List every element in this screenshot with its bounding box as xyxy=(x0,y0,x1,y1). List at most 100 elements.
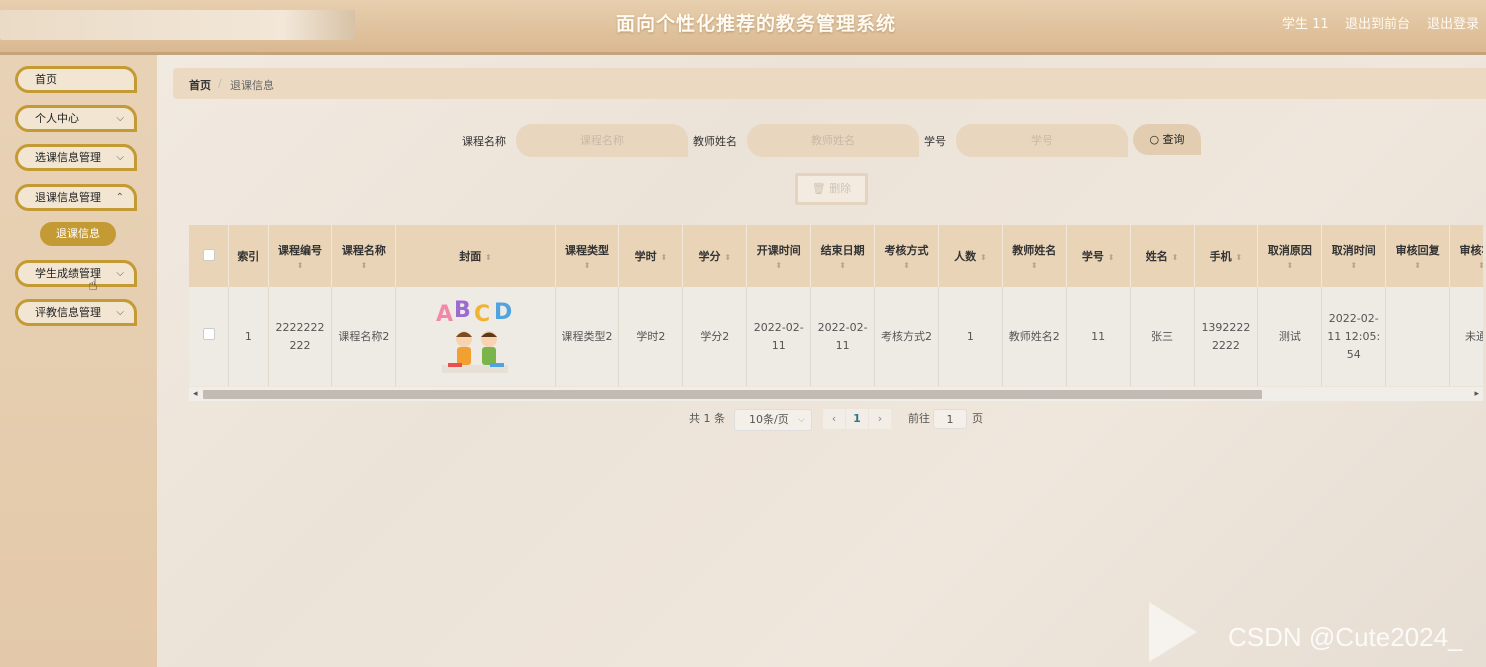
cell-teacher: 教师姓名2 xyxy=(1002,287,1067,386)
student-no-input[interactable] xyxy=(956,124,1128,157)
page-size-select[interactable]: 10条/页 ⌵ xyxy=(734,409,812,431)
col-header[interactable]: 学号 ⬍ xyxy=(1066,225,1131,287)
sort-icon[interactable]: ⬍ xyxy=(814,261,871,270)
cell-phone: 13922222222 xyxy=(1194,287,1259,386)
sidebar-item-course-selection[interactable]: 选课信息管理 ⌵ xyxy=(15,144,137,171)
sidebar-item-course-drop[interactable]: 退课信息管理 ⌃ xyxy=(15,184,137,211)
sort-icon[interactable]: ⬍ xyxy=(661,253,668,262)
col-header-label: 审核回复 xyxy=(1395,244,1440,257)
col-header[interactable]: 学分 ⬍ xyxy=(682,225,748,287)
teacher-name-input[interactable] xyxy=(747,124,919,157)
sort-icon[interactable]: ⬍ xyxy=(1236,253,1243,262)
col-header[interactable]: 审核回复 ⬍ xyxy=(1385,225,1451,287)
top-header: 面向个性化推荐的教务管理系统 学生 11 退出到前台 退出登录 xyxy=(0,0,1486,55)
sort-icon[interactable]: ⬍ xyxy=(559,261,616,270)
col-header[interactable]: 审核状态 ⬍ xyxy=(1449,225,1483,287)
back-to-front-link[interactable]: 退出到前台 xyxy=(1345,13,1410,32)
cell-cancel-time: 2022-02-11 12:05:54 xyxy=(1321,287,1387,386)
prev-page-button[interactable]: ‹ xyxy=(823,409,845,429)
chevron-down-icon: ⌵ xyxy=(798,415,805,425)
sidebar-item-grades[interactable]: 学生成绩管理 ⌵ xyxy=(15,260,137,287)
page-suffix: 页 xyxy=(972,412,983,425)
breadcrumb-current: 退课信息 xyxy=(230,79,274,92)
col-header[interactable]: 人数 ⬍ xyxy=(938,225,1003,287)
sort-icon[interactable]: ⬍ xyxy=(1261,261,1318,270)
svg-text:D: D xyxy=(494,300,512,325)
select-all-checkbox[interactable] xyxy=(202,248,215,261)
teacher-name-label: 教师姓名 xyxy=(693,135,737,148)
col-header[interactable]: 教师姓名 ⬍ xyxy=(1002,225,1067,287)
table-header-row: 索引 课程编号 ⬍ 课程名称 ⬍ 封面 ⬍ 课程类型 ⬍ 学时 ⬍ 学分 ⬍ 开课时间… xyxy=(189,225,1483,287)
col-header[interactable]: 考核方式 ⬍ xyxy=(874,225,939,287)
table-row: 1 2222222222 课程名称2 A B C D 课程类型2 学时2 学分2… xyxy=(189,287,1483,386)
scroll-left-icon[interactable]: ◂ xyxy=(193,387,198,401)
row-checkbox[interactable] xyxy=(202,327,215,340)
sort-icon[interactable]: ⬍ xyxy=(1172,253,1179,262)
sort-icon[interactable]: ⬍ xyxy=(272,261,329,270)
col-header[interactable]: 手机 ⬍ xyxy=(1194,225,1259,287)
svg-text:B: B xyxy=(454,298,471,323)
sort-icon[interactable]: ⬍ xyxy=(335,261,392,270)
col-header[interactable]: 封面 ⬍ xyxy=(395,225,556,287)
sidebar-item-evaluation[interactable]: 评教信息管理 ⌵ xyxy=(15,299,137,326)
delete-button[interactable]: 🗑 删除 xyxy=(795,173,868,205)
cell-people: 1 xyxy=(938,287,1003,386)
current-user: 学生 11 xyxy=(1282,17,1329,32)
sort-icon[interactable]: ⬍ xyxy=(1006,261,1063,270)
chevron-down-icon: ⌵ xyxy=(116,268,124,279)
horizontal-scrollbar[interactable]: ◂ ▸ xyxy=(189,387,1483,401)
col-header[interactable]: 课程编号 ⬍ xyxy=(268,225,333,287)
col-header[interactable]: 取消时间 ⬍ xyxy=(1321,225,1387,287)
sort-icon[interactable]: ⬍ xyxy=(1389,261,1446,270)
goto-page-input[interactable] xyxy=(933,409,967,429)
sidebar-item-profile[interactable]: 个人中心 ⌵ xyxy=(15,105,137,132)
col-header[interactable]: 取消原因 ⬍ xyxy=(1257,225,1323,287)
col-header[interactable]: 姓名 ⬍ xyxy=(1130,225,1195,287)
scrollbar-thumb[interactable] xyxy=(203,390,1262,399)
col-header[interactable]: 课程名称 ⬍ xyxy=(331,225,397,287)
breadcrumb-home[interactable]: 首页 xyxy=(189,77,211,93)
sort-icon[interactable]: ⬍ xyxy=(1108,253,1115,262)
col-header[interactable]: 课程类型 ⬍ xyxy=(555,225,620,287)
search-button[interactable]: ○ 查询 xyxy=(1133,124,1201,155)
sort-icon[interactable]: ⬍ xyxy=(750,261,807,270)
col-header[interactable]: 学时 ⬍ xyxy=(618,225,684,287)
sort-icon[interactable]: ⬍ xyxy=(1453,261,1483,270)
page-number-current[interactable]: 1 xyxy=(846,409,868,429)
course-name-input[interactable] xyxy=(516,124,688,157)
col-header-label: 手机 xyxy=(1209,250,1232,263)
sort-icon[interactable]: ⬍ xyxy=(878,261,935,270)
sidebar-item-label: 退课信息管理 xyxy=(35,191,101,204)
col-header[interactable]: 开课时间 ⬍ xyxy=(746,225,812,287)
cell-cover: A B C D xyxy=(395,287,556,386)
col-header[interactable]: 结束日期 ⬍ xyxy=(810,225,876,287)
sort-icon[interactable]: ⬍ xyxy=(485,253,492,262)
cell-reason: 测试 xyxy=(1257,287,1323,386)
student-no-label: 学号 xyxy=(924,135,946,148)
cell-credits: 学分2 xyxy=(682,287,748,386)
cell-reply xyxy=(1385,287,1451,386)
cell-status: 未通过 xyxy=(1449,287,1483,386)
col-header-label: 课程编号 xyxy=(278,244,323,257)
watermark-text: CSDN @Cute2024_ xyxy=(1228,622,1463,652)
next-page-button[interactable]: › xyxy=(869,409,891,429)
scroll-right-icon[interactable]: ▸ xyxy=(1474,387,1479,401)
sort-icon[interactable]: ⬍ xyxy=(1325,261,1382,270)
cell-exam-method: 考核方式2 xyxy=(874,287,939,386)
col-header-label: 考核方式 xyxy=(884,244,929,257)
svg-text:C: C xyxy=(474,302,490,327)
hand-cursor-icon: ☝ xyxy=(88,275,98,294)
sidebar-item-label: 评教信息管理 xyxy=(35,306,101,319)
sort-icon[interactable]: ⬍ xyxy=(724,253,731,262)
cell-index: 1 xyxy=(228,287,269,386)
col-header-label: 取消原因 xyxy=(1267,244,1312,257)
cell-name: 张三 xyxy=(1130,287,1195,386)
sidebar-item-home[interactable]: 首页 xyxy=(15,66,137,93)
app-title: 面向个性化推荐的教务管理系统 xyxy=(615,13,896,35)
logout-link[interactable]: 退出登录 xyxy=(1427,13,1479,32)
cell-course-type: 课程类型2 xyxy=(555,287,620,386)
page-size-value: 10条/页 xyxy=(749,413,789,426)
sidebar-subitem-drop-info[interactable]: 退课信息 xyxy=(40,222,116,246)
chevron-down-icon: ⌵ xyxy=(116,152,124,163)
sort-icon[interactable]: ⬍ xyxy=(980,253,987,262)
